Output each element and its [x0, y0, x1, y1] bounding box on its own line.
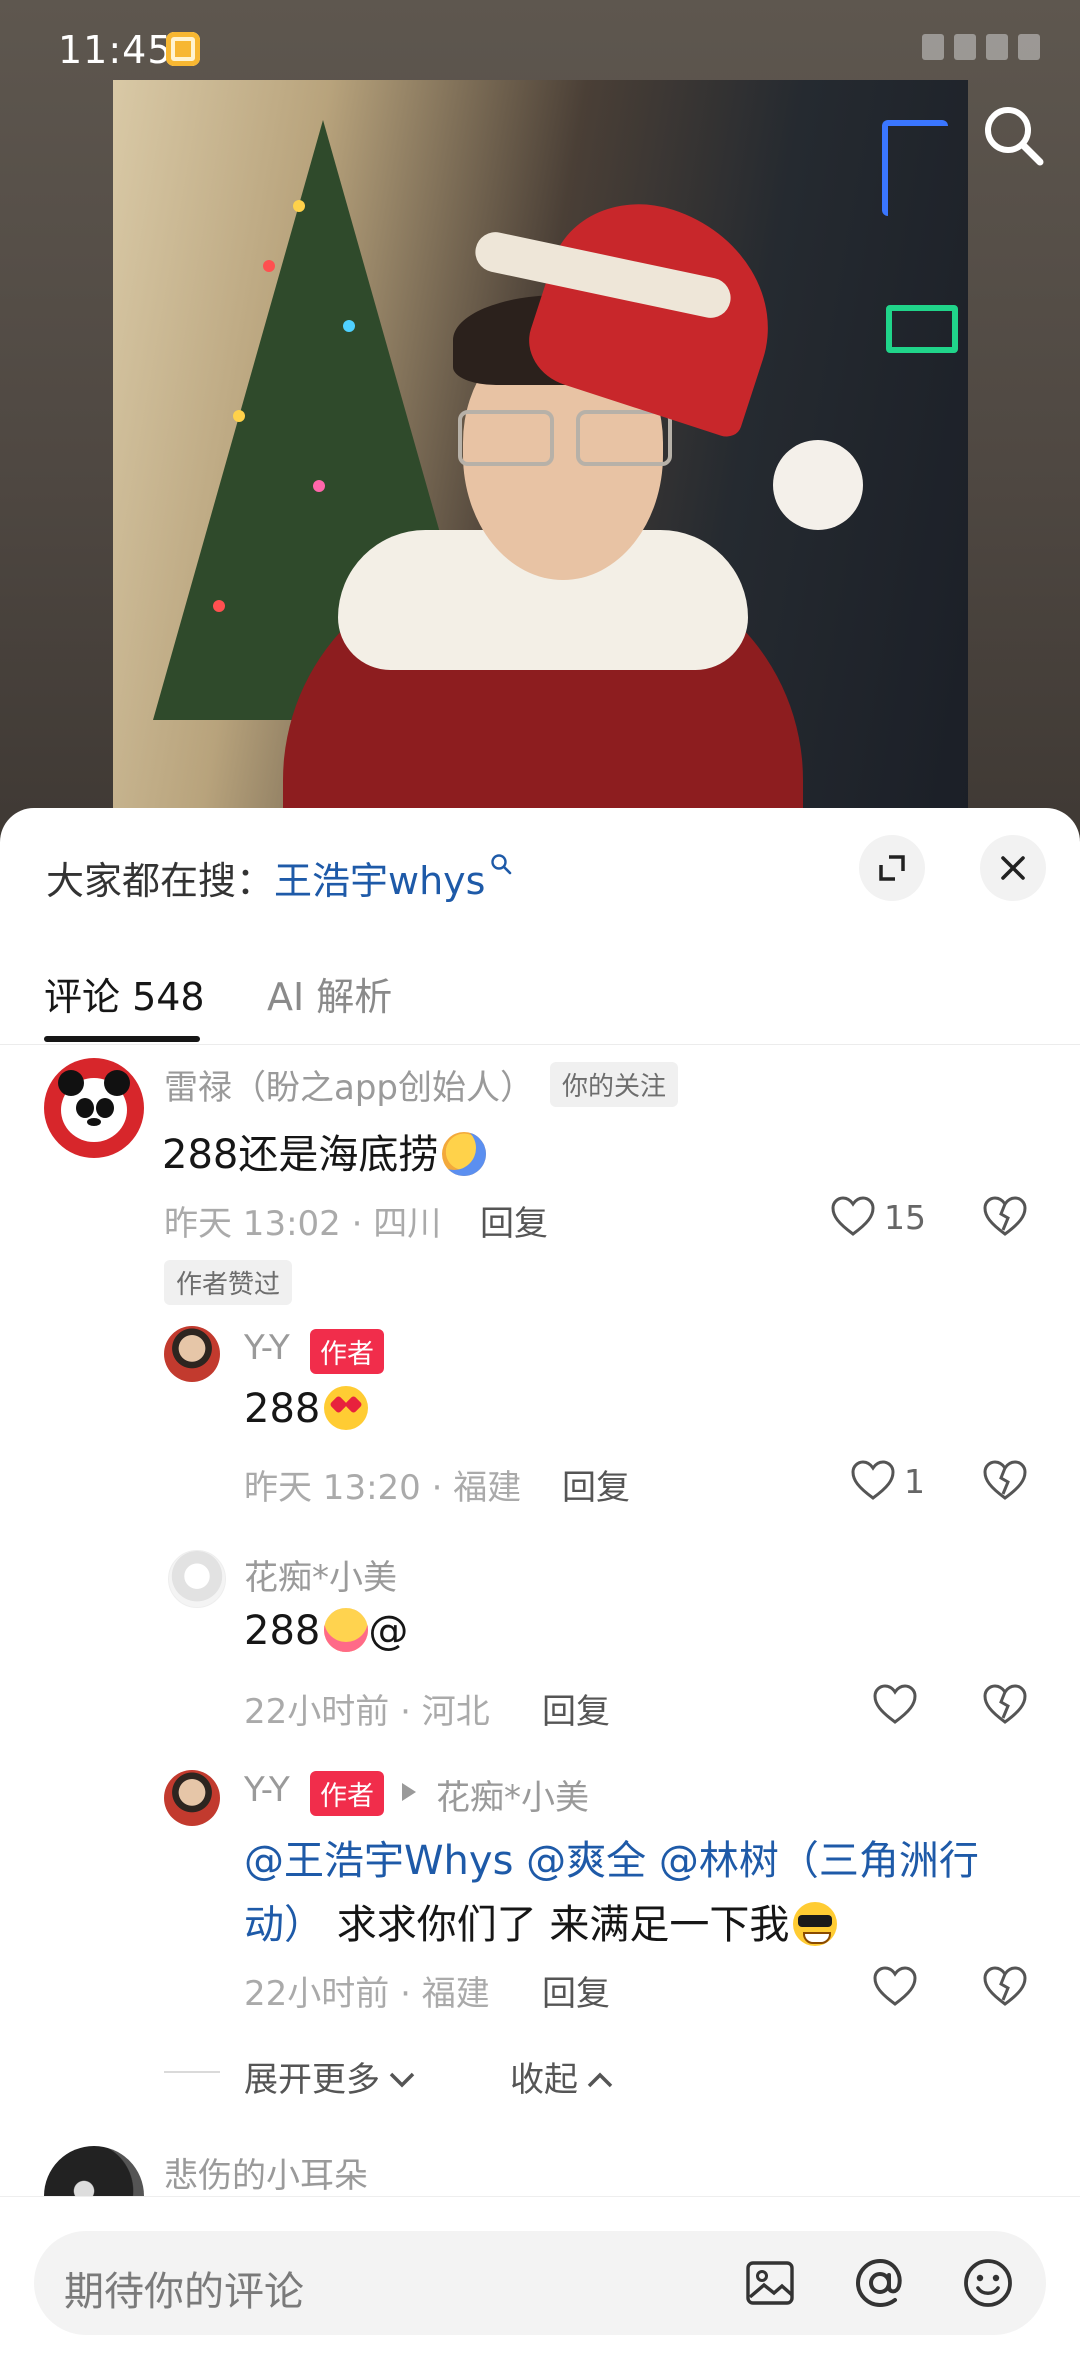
reply-meta: 22小时前 · 福建 [244, 1974, 490, 2014]
reply-button[interactable]: 回复 [480, 1196, 548, 1245]
heart-icon[interactable] [872, 1684, 918, 1726]
reply-username[interactable]: 花痴*小美 [244, 1550, 397, 1599]
reply-button[interactable]: 回复 [542, 1966, 610, 2015]
close-button[interactable] [980, 835, 1046, 901]
reply-username[interactable]: Y-Y [244, 1770, 290, 1810]
at-icon[interactable] [850, 2253, 910, 2313]
comment-username[interactable]: 雷禄（盼之app创始人） [164, 1060, 534, 1109]
expand-button[interactable] [859, 835, 925, 901]
comment-input-placeholder: 期待你的评论 [64, 2269, 304, 2315]
comment-sheet: 大家都在搜：王浩宇whys 评论 548 AI 解析 雷禄（盼之app创始人） … [0, 808, 1080, 2361]
reply-text: 288 @ [244, 1608, 409, 1654]
hot-search-keyword[interactable]: 王浩宇whys [274, 859, 485, 903]
reply-meta: 昨天 13:20 · 福建 [244, 1468, 522, 1508]
broken-heart-icon[interactable] [982, 1966, 1028, 2008]
comment-input[interactable]: 期待你的评论 [34, 2231, 1046, 2335]
reply-text-line2: 动） 求求你们了 来满足一下我 [244, 1892, 838, 1950]
heart-icon[interactable] [850, 1460, 896, 1502]
collapse-button[interactable]: 收起 [510, 2052, 616, 2101]
hugging-face-emoji [442, 1132, 487, 1176]
broken-heart-icon[interactable] [982, 1684, 1028, 1726]
avatar[interactable] [164, 1770, 220, 1826]
avatar[interactable] [164, 1326, 220, 1382]
following-badge: 你的关注 [550, 1062, 679, 1107]
video-frame[interactable] [113, 80, 968, 840]
mentions[interactable]: @王浩宇Whys @爽全 @林树（三角洲行 [244, 1838, 979, 1884]
author-tag: 作者 [310, 1771, 384, 1816]
heart-icon[interactable] [872, 1966, 918, 2008]
expand-more-button[interactable]: 展开更多 [244, 2052, 418, 2101]
heart-eyes-emoji [324, 1386, 369, 1430]
comment-tabs: 评论 548 AI 解析 [0, 948, 1080, 1045]
emoji-icon[interactable] [958, 2253, 1018, 2313]
heart-icon[interactable] [830, 1196, 876, 1238]
notification-app-icon [166, 32, 200, 66]
mention-continuation[interactable]: 动） [244, 1902, 324, 1948]
status-time: 11:45 [58, 28, 173, 72]
sheet-header: 大家都在搜：王浩宇whys [0, 808, 1080, 928]
search-icon[interactable] [978, 100, 1050, 172]
author-liked-badge: 作者赞过 [164, 1260, 293, 1305]
close-icon [1001, 856, 1025, 880]
avatar[interactable] [168, 1550, 226, 1608]
avatar[interactable] [44, 1058, 144, 1158]
comment-username[interactable]: 悲伤的小耳朵 [164, 2148, 368, 2197]
image-icon[interactable] [740, 2253, 800, 2313]
broken-heart-icon[interactable] [982, 1460, 1028, 1502]
comment-input-bar: 期待你的评论 [0, 2196, 1080, 2361]
reply-button[interactable]: 回复 [542, 1684, 610, 1733]
like-count: 15 [884, 1198, 926, 1237]
tab-comments[interactable]: 评论 548 [44, 966, 205, 1021]
reply-text: 288 [244, 1386, 369, 1432]
author-tag: 作者 [310, 1329, 384, 1374]
status-indicators [922, 34, 1040, 60]
hot-search-prefix: 大家都在搜： [46, 859, 275, 903]
comment-meta: 昨天 13:02 · 四川 [164, 1204, 442, 1244]
divider [164, 2071, 220, 2073]
reply-meta: 22小时前 · 河北 [244, 1692, 490, 1732]
expand-icon [879, 855, 905, 881]
reply-text-line1: @王浩宇Whys @爽全 @林树（三角洲行 [244, 1828, 979, 1886]
chevron-down-icon [389, 2072, 415, 2088]
comment-text: 288还是海底捞 [162, 1122, 487, 1180]
chevron-up-icon [587, 2072, 613, 2088]
sunglasses-face-emoji [793, 1902, 838, 1946]
like-count: 1 [904, 1462, 925, 1501]
tab-underline [44, 1036, 200, 1042]
play-arrow-icon [402, 1783, 416, 1801]
pleading-face-emoji [324, 1608, 369, 1652]
reply-username[interactable]: Y-Y [244, 1328, 290, 1368]
broken-heart-icon[interactable] [982, 1196, 1028, 1238]
search-icon [491, 854, 512, 875]
tab-ai-analysis[interactable]: AI 解析 [267, 966, 392, 1021]
hot-search[interactable]: 大家都在搜：王浩宇whys [46, 850, 513, 905]
reply-button[interactable]: 回复 [562, 1460, 630, 1509]
reply-to-username[interactable]: 花痴*小美 [436, 1770, 589, 1819]
